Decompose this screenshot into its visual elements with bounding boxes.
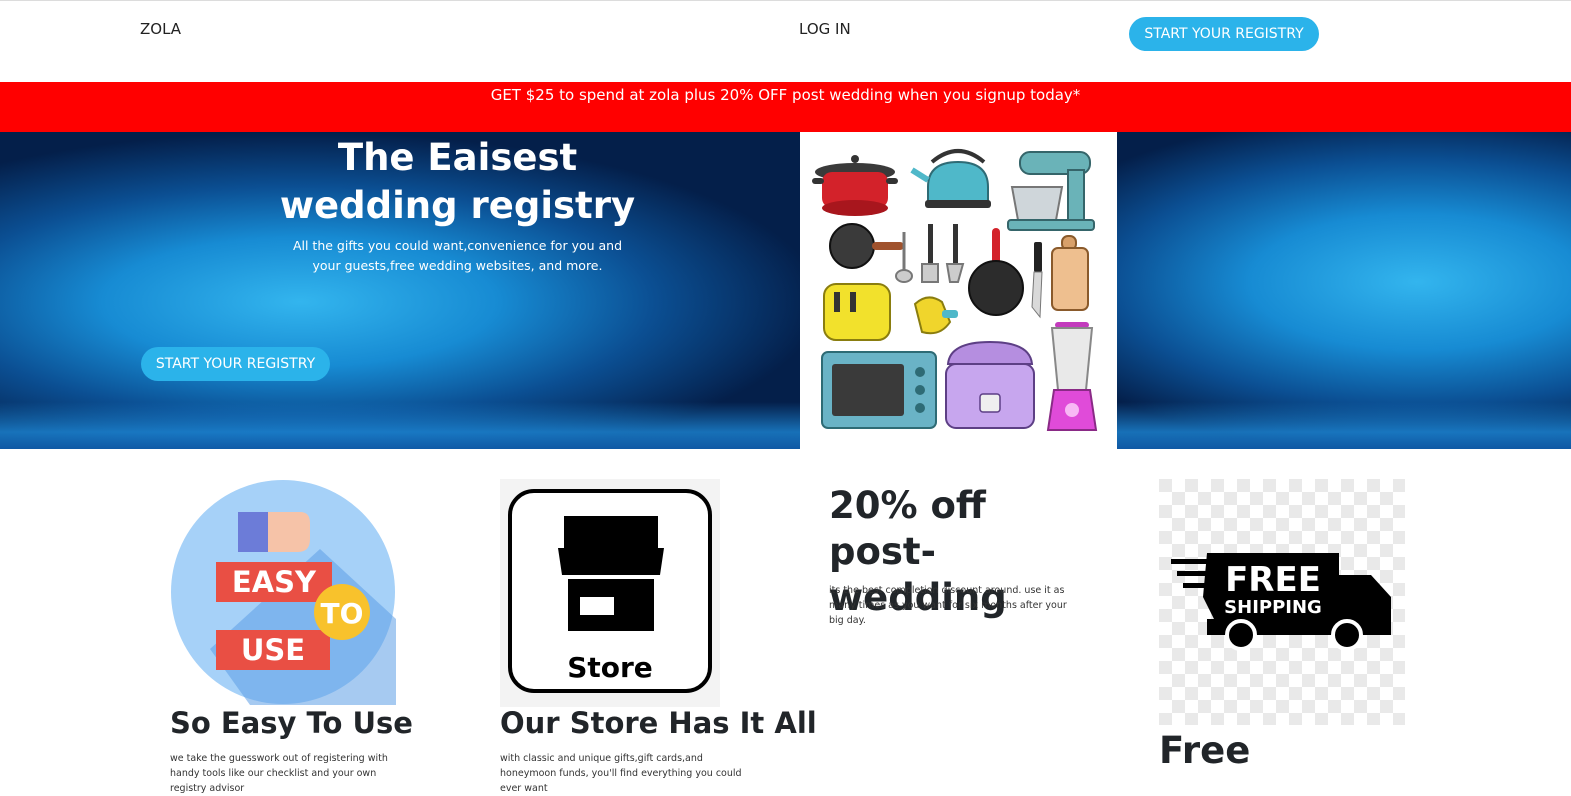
cutting-board-icon <box>1051 235 1089 311</box>
brand-link[interactable]: ZOLA <box>140 20 181 38</box>
free-shipping-icon-word-1: FREE <box>1225 560 1321 600</box>
kitchen-appliances-illustration <box>812 149 1098 431</box>
skillet-icon <box>968 228 1024 316</box>
hero-subtitle-line-1: All the gifts you could want,convenience… <box>292 238 623 253</box>
feature-text-discount: its the best completion discount around.… <box>829 585 1067 626</box>
hero-title-line-2: wedding registry <box>279 184 636 227</box>
feature-title-store: Our Store Has It All <box>500 706 817 740</box>
oven-mitt-icon <box>913 296 958 335</box>
store-icon-label: Store <box>567 651 653 684</box>
kitchen-appliances-image <box>800 132 1117 449</box>
hero-background-glow <box>0 402 1571 449</box>
hero-subtitle-line-2: your guests,free wedding websites, and m… <box>312 258 603 273</box>
login-link[interactable]: LOG IN <box>799 20 851 38</box>
promo-text: GET $25 to spend at zola plus 20% OFF po… <box>490 86 1081 104</box>
easy-to-use-icon: EASY TO USE <box>171 480 396 705</box>
free-shipping-icon: FREE SHIPPING <box>1159 479 1405 725</box>
promo-banner: GET $25 to spend at zola plus 20% OFF po… <box>0 82 1571 132</box>
store-image: Store <box>500 479 720 707</box>
free-shipping-image: FREE SHIPPING <box>1159 479 1405 725</box>
stand-mixer-icon <box>1007 151 1095 231</box>
kettle-icon <box>910 149 991 208</box>
kitchen-utensils-icon <box>895 224 965 283</box>
top-border <box>0 0 1571 1</box>
easy-badge-word-1: EASY <box>232 565 317 599</box>
blender-icon <box>1046 322 1098 431</box>
feature-title-shipping: Free <box>1159 729 1251 772</box>
nav-start-registry-button[interactable]: START YOUR REGISTRY <box>1129 17 1319 51</box>
hero-title: The Eaisest wedding registry <box>240 134 675 230</box>
hero-subtitle: All the gifts you could want,convenience… <box>290 236 625 276</box>
free-shipping-icon-word-2: SHIPPING <box>1224 597 1322 618</box>
rice-cooker-icon <box>945 340 1035 429</box>
easy-to-use-image: EASY TO USE <box>170 479 396 705</box>
hero-title-line-1: The Eaisest <box>337 136 578 179</box>
pot-icon <box>812 155 898 216</box>
hero-start-registry-button[interactable]: START YOUR REGISTRY <box>141 347 330 381</box>
easy-badge-word-3: USE <box>241 633 305 667</box>
toaster-oven-icon <box>821 351 937 429</box>
toaster-icon <box>823 283 891 341</box>
store-icon: Store <box>508 489 712 693</box>
feature-title-easy: So Easy To Use <box>170 706 413 740</box>
hero-section: The Eaisest wedding registry All the gif… <box>0 132 1571 449</box>
features-section: EASY TO USE So Easy To Use we take the g… <box>0 449 1571 794</box>
knife-icon <box>1031 242 1043 319</box>
frying-pan-icon <box>829 223 904 269</box>
easy-badge-word-2: TO <box>321 597 364 630</box>
